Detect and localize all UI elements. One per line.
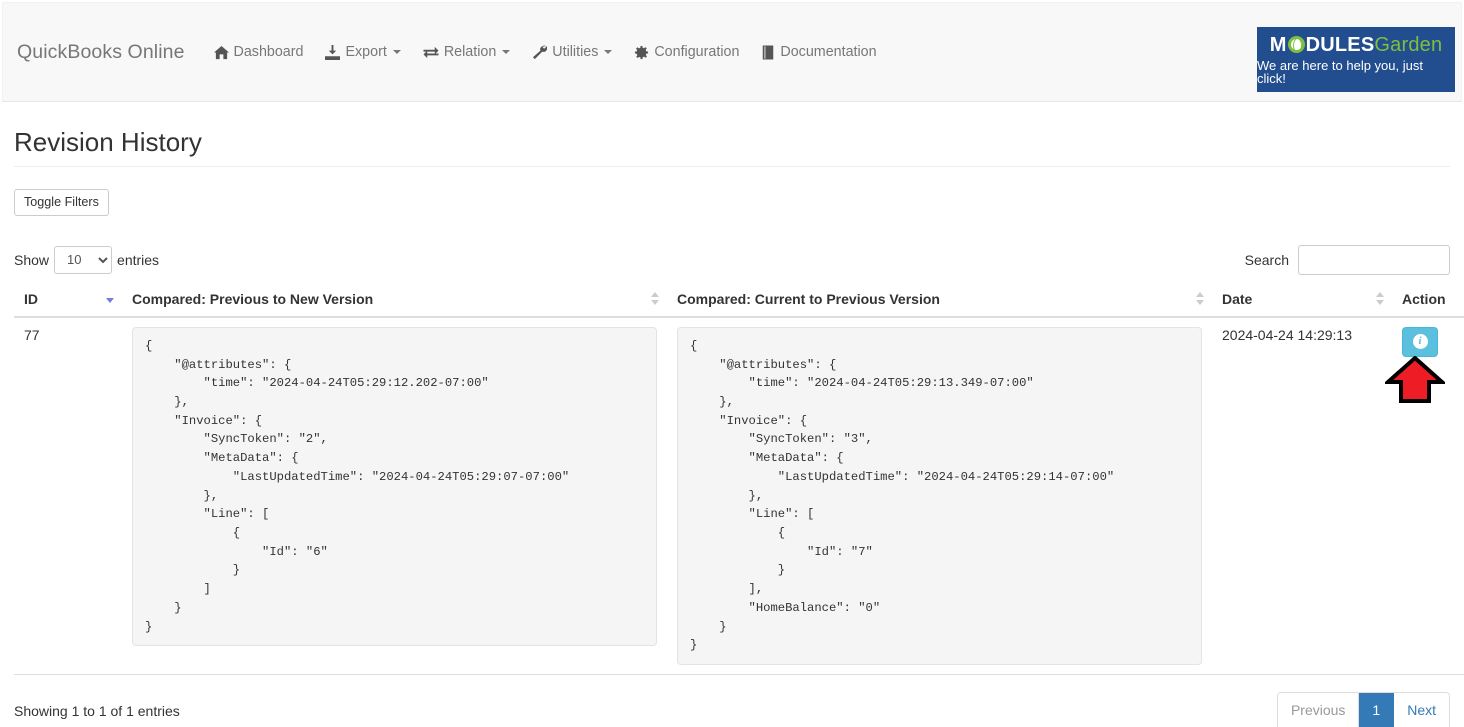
nav-item-dashboard[interactable]: Dashboard: [203, 38, 315, 66]
column-label-id: ID: [24, 290, 38, 307]
revision-history-table: ID Compared: Previous to New Version Com…: [14, 282, 1464, 675]
show-label: Show: [14, 251, 50, 268]
home-icon: [213, 45, 229, 60]
page-title: Revision History: [14, 128, 1450, 167]
gear-icon: [634, 45, 649, 60]
mg-name-part2: DULES: [1305, 33, 1375, 56]
column-header-current-to-previous[interactable]: Compared: Current to Previous Version: [667, 282, 1212, 318]
entries-label: entries: [117, 251, 160, 268]
column-label-action: Action: [1402, 290, 1446, 307]
chevron-down-icon-utilities: [604, 50, 613, 54]
nav-links: Dashboard Export Relation Utilities Conf…: [203, 38, 888, 66]
column-header-action: Action: [1392, 282, 1464, 318]
modulesgarden-badge[interactable]: M DULES Garden We are here to help you, …: [1257, 27, 1455, 92]
page-body: Revision History Toggle Filters Show 102…: [0, 128, 1464, 727]
length-label: Show 102550100 entries: [14, 245, 160, 274]
column-label-current-to-previous: Compared: Current to Previous Version: [677, 290, 940, 307]
length-control: Show 102550100 entries: [14, 245, 160, 274]
table-head: ID Compared: Previous to New Version Com…: [14, 282, 1464, 318]
modulesgarden-tagline: We are here to help you, just click!: [1257, 57, 1423, 86]
nav-label-utilities: Utilities: [552, 44, 599, 60]
pagination-page-1[interactable]: 1: [1359, 692, 1395, 727]
nav-item-utilities[interactable]: Utilities: [521, 38, 623, 66]
nav-label-documentation: Documentation: [780, 44, 877, 60]
nav-item-export[interactable]: Export: [314, 38, 411, 66]
column-label-date: Date: [1222, 290, 1253, 307]
json-previous-to-new: { "@attributes": { "time": "2024-04-24T0…: [132, 326, 657, 647]
nav-label-dashboard: Dashboard: [233, 44, 304, 60]
pagination-previous[interactable]: Previous: [1277, 692, 1360, 727]
table-body: 77 { "@attributes": { "time": "2024-04-2…: [14, 316, 1464, 675]
json-current-to-previous: { "@attributes": { "time": "2024-04-24T0…: [677, 326, 1202, 665]
cell-previous-to-new: { "@attributes": { "time": "2024-04-24T0…: [122, 316, 667, 675]
nav-label-configuration: Configuration: [654, 44, 740, 60]
book-icon: [761, 45, 775, 60]
mg-name-part1: M: [1269, 33, 1287, 56]
nav-label-export: Export: [345, 44, 387, 60]
table-header-row: ID Compared: Previous to New Version Com…: [14, 282, 1464, 318]
column-label-previous-to-new: Compared: Previous to New Version: [132, 290, 374, 307]
cell-id: 77: [14, 316, 122, 675]
globe-icon: [1287, 36, 1305, 53]
top-navbar: QuickBooks Online Dashboard Export Relat…: [2, 2, 1462, 102]
column-header-date[interactable]: Date: [1212, 282, 1392, 318]
sort-indicator-previous-to-new: [651, 291, 660, 305]
table-controls: Show 102550100 entries Search: [14, 244, 1450, 275]
sort-indicator-id: [106, 292, 115, 305]
sort-indicator-current-to-previous: [1196, 291, 1205, 305]
nav-item-documentation[interactable]: Documentation: [750, 38, 887, 66]
column-header-previous-to-new[interactable]: Compared: Previous to New Version: [122, 282, 667, 318]
toggle-filters-button[interactable]: Toggle Filters: [14, 188, 109, 216]
mg-name-part3: Garden: [1374, 33, 1443, 56]
entries-info: Showing 1 to 1 of 1 entries: [14, 702, 180, 719]
entries-length-select[interactable]: 102550100: [54, 245, 113, 274]
search-input[interactable]: [1298, 244, 1450, 275]
table-row: 77 { "@attributes": { "time": "2024-04-2…: [14, 316, 1464, 675]
search-label: Search: [1244, 251, 1289, 268]
search-control: Search: [1244, 244, 1450, 275]
sort-indicator-date: [1376, 291, 1385, 305]
column-header-id[interactable]: ID: [14, 282, 122, 318]
chevron-down-icon-relation: [502, 50, 511, 54]
table-footer: Showing 1 to 1 of 1 entries Previous 1 N…: [14, 691, 1450, 727]
pagination-next[interactable]: Next: [1394, 692, 1449, 727]
exchange-icon: [423, 45, 439, 60]
chevron-down-icon-export: [392, 50, 401, 54]
cell-date: 2024-04-24 14:29:13: [1212, 316, 1392, 675]
nav-item-relation[interactable]: Relation: [412, 38, 521, 66]
info-button[interactable]: i: [1402, 326, 1438, 357]
brand-title: QuickBooks Online: [17, 40, 185, 63]
info-icon: i: [1412, 334, 1428, 350]
nav-item-configuration[interactable]: Configuration: [623, 38, 750, 66]
cell-current-to-previous: { "@attributes": { "time": "2024-04-24T0…: [667, 316, 1212, 675]
wrench-icon: [532, 45, 548, 60]
cell-action: i: [1392, 316, 1464, 675]
modulesgarden-logo: M DULES Garden: [1270, 35, 1443, 55]
pagination: Previous 1 Next: [1276, 691, 1450, 727]
nav-label-relation: Relation: [443, 44, 497, 60]
export-icon: [325, 44, 341, 60]
